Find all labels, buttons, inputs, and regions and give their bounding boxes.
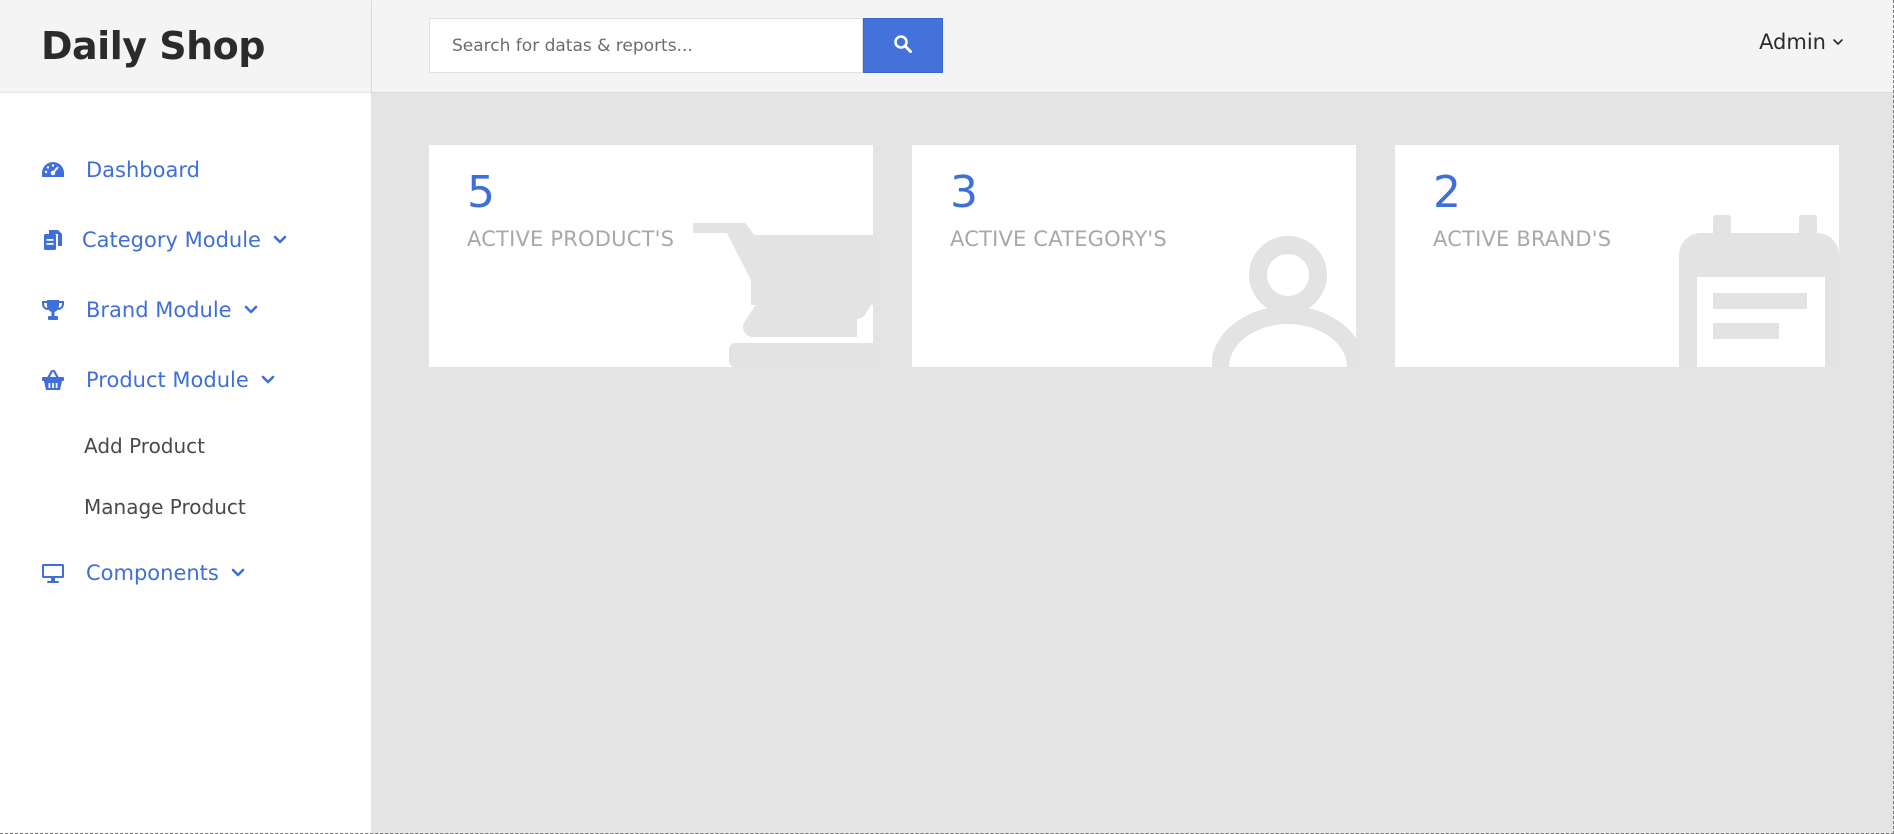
sidebar: Daily Shop Dashboard Category Module Bra… <box>0 0 372 834</box>
shopping-cart-icon <box>693 223 873 367</box>
products-count: 5 <box>467 167 495 218</box>
sidebar-subitem-add-product[interactable]: Add Product <box>84 434 205 458</box>
sidebar-item-label: Brand Module <box>86 298 232 322</box>
top-header: Admin <box>372 0 1894 93</box>
sidebar-item-brand-module[interactable]: Brand Module <box>40 297 258 323</box>
user-icon <box>1212 236 1356 367</box>
brands-caption: ACTIVE BRAND'S <box>1433 227 1612 251</box>
stat-card-brands[interactable]: 2 ACTIVE BRAND'S <box>1395 145 1839 367</box>
copy-files-icon <box>40 227 66 253</box>
basket-icon <box>40 367 66 393</box>
brand-header: Daily Shop <box>0 0 371 93</box>
stat-card-products[interactable]: 5 ACTIVE PRODUCT'S <box>429 145 873 367</box>
sidebar-item-label: Dashboard <box>86 158 200 182</box>
sidebar-item-dashboard[interactable]: Dashboard <box>40 157 200 183</box>
search-button[interactable] <box>863 18 943 73</box>
sidebar-item-label: Product Module <box>86 368 249 392</box>
main-content: 5 ACTIVE PRODUCT'S 3 ACTIVE CATEGORY'S 2… <box>372 93 1894 834</box>
categories-count: 3 <box>950 167 978 218</box>
chevron-down-icon <box>231 568 245 578</box>
desktop-icon <box>40 560 66 586</box>
chevron-down-icon <box>261 375 275 385</box>
sidebar-item-category-module[interactable]: Category Module <box>40 227 287 253</box>
user-menu[interactable]: Admin <box>1759 30 1844 54</box>
dashboard-icon <box>40 157 66 183</box>
trophy-icon <box>40 297 66 323</box>
chevron-down-icon <box>273 235 287 245</box>
sidebar-item-label: Components <box>86 561 219 585</box>
products-caption: ACTIVE PRODUCT'S <box>467 227 675 251</box>
user-menu-label: Admin <box>1759 30 1826 54</box>
app-title[interactable]: Daily Shop <box>41 24 265 68</box>
chevron-down-icon <box>244 305 258 315</box>
search-icon <box>893 34 913 58</box>
sidebar-item-product-module[interactable]: Product Module <box>40 367 275 393</box>
categories-caption: ACTIVE CATEGORY'S <box>950 227 1167 251</box>
brands-count: 2 <box>1433 167 1461 218</box>
chevron-down-icon <box>1832 38 1844 46</box>
sidebar-item-label: Category Module <box>82 228 261 252</box>
stat-card-categories[interactable]: 3 ACTIVE CATEGORY'S <box>912 145 1356 367</box>
calendar-icon <box>1679 215 1839 367</box>
sidebar-subitem-manage-product[interactable]: Manage Product <box>84 495 246 519</box>
sidebar-item-components[interactable]: Components <box>40 560 245 586</box>
search-input[interactable] <box>429 18 863 73</box>
